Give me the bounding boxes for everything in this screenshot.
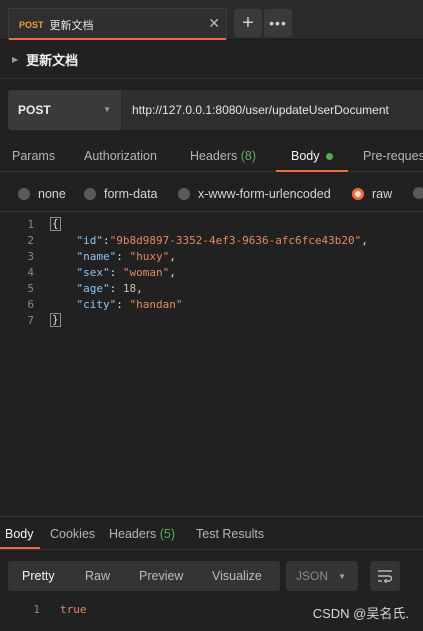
tab-authorization[interactable]: Authorization [84,149,157,163]
active-response-tab-indicator [0,547,40,549]
body-type-radios: none form-data x-www-form-urlencoded raw [0,178,423,212]
tab-headers-label: Headers [190,149,238,163]
active-tab-indicator [9,38,226,40]
chevron-down-icon: ▼ [338,572,346,581]
editor-line: 1 { [0,216,423,232]
line-number: 4 [27,265,34,279]
radio-none-label: none [38,187,66,201]
tab-method-badge: POST [19,19,44,30]
wrap-lines-button[interactable] [370,561,400,591]
editor-line: 6 "city": "handan" [0,296,423,312]
json-key: "name" [76,249,117,263]
response-tab-headers[interactable]: Headers (5) [109,527,175,541]
line-number: 7 [27,313,34,327]
open-brace: { [50,217,61,231]
editor-line: 4 "sex": "woman", [0,264,423,280]
tab-title: 更新文档 [49,19,94,32]
view-preview-button[interactable]: Preview [139,569,183,583]
response-tab-headers-count: (5) [159,527,176,541]
editor-line: 3 "name": "huxy", [0,248,423,264]
radio-circle [84,188,96,200]
request-tab[interactable]: POST 更新文档 ✕ [8,8,227,40]
format-select[interactable]: JSON ▼ [286,561,358,591]
editor-line: 7 } [0,312,423,328]
tab-params[interactable]: Params [12,149,55,163]
body-indicator-dot [325,153,333,161]
request-tabs: Params Authorization Headers (8) Body Pr… [0,142,423,172]
radio-raw-label: raw [372,187,393,201]
radio-none[interactable]: none [18,187,66,201]
close-brace: } [50,313,61,327]
view-mode-segment: Pretty Raw Preview Visualize [8,561,280,591]
tab-body[interactable]: Body [291,149,333,163]
response-tab-headers-label: Headers [109,527,157,541]
line-number: 2 [27,233,34,247]
tab-headers[interactable]: Headers (8) [190,149,256,163]
radio-form-data-label: form-data [104,187,158,201]
more-tabs-button[interactable]: ••• [264,9,292,37]
json-value: 18 [122,281,137,295]
json-value: "huxy" [129,249,170,263]
tab-body-label: Body [291,149,320,163]
format-select-value: JSON [296,569,329,583]
wrap-lines-icon [378,570,393,583]
tab-headers-count: (8) [240,149,257,163]
line-number: 1 [27,217,34,231]
view-visualize-button[interactable]: Visualize [212,569,262,583]
url-input[interactable]: http://127.0.0.1:8080/user/updateUserDoc… [122,90,423,130]
view-pretty-button[interactable]: Pretty [22,569,55,583]
radio-circle [178,188,190,200]
tab-bar: POST 更新文档 ✕ + ••• [0,0,423,40]
tab-pre-request[interactable]: Pre-request [363,149,423,163]
method-select-value: POST [18,103,51,117]
close-icon[interactable]: ✕ [208,16,220,30]
chevron-down-icon: ▼ [103,105,111,114]
radio-circle [413,187,423,199]
json-key: "id" [76,233,104,247]
json-value: "woman" [122,265,170,279]
json-value: "9b8d9897-3352-4ef3-9636-afc6fce43b20" [109,233,362,247]
line-number: 5 [27,281,34,295]
radio-circle [18,188,30,200]
url-bar: POST ▼ http://127.0.0.1:8080/user/update… [8,90,423,130]
watermark: CSDN @吴名氏. [312,606,409,621]
ellipsis-icon: ••• [269,15,287,31]
view-raw-button[interactable]: Raw [85,569,110,583]
caret-right-icon[interactable]: ▶ [12,55,18,64]
method-select[interactable]: POST ▼ [8,90,122,130]
new-tab-button[interactable]: + [234,9,262,37]
editor-line: 5 "age": 18, [0,280,423,296]
response-tab-cookies[interactable]: Cookies [50,527,95,541]
response-tab-body[interactable]: Body [5,527,34,541]
json-key: "city" [76,297,117,311]
plus-icon: + [242,11,254,34]
response-value: true [60,602,87,616]
line-number: 3 [27,249,34,263]
radio-raw[interactable]: raw [352,187,392,201]
editor-line: 2 "id":"9b8d9897-3352-4ef3-9636-afc6fce4… [0,232,423,248]
json-key: "sex" [76,265,110,279]
response-tabs: Body Cookies Headers (5) Test Results [0,516,423,550]
radio-urlencoded-label: x-www-form-urlencoded [198,187,331,201]
request-body-editor[interactable]: 1 { 2 "id":"9b8d9897-3352-4ef3-9636-afc6… [0,214,423,514]
json-value: "handan" [129,297,183,311]
response-tab-test-results[interactable]: Test Results [196,527,264,541]
radio-urlencoded[interactable]: x-www-form-urlencoded [178,187,331,201]
request-name[interactable]: 更新文档 [26,50,78,69]
request-title-bar: ▶ 更新文档 [0,41,423,79]
active-subtab-indicator [276,170,348,172]
line-number: 6 [27,297,34,311]
line-number: 1 [33,602,40,616]
response-view-bar: Pretty Raw Preview Visualize JSON ▼ [8,561,423,591]
json-key: "age" [76,281,110,295]
radio-binary[interactable] [413,187,423,199]
radio-form-data[interactable]: form-data [84,187,158,201]
radio-circle-selected [352,188,364,200]
